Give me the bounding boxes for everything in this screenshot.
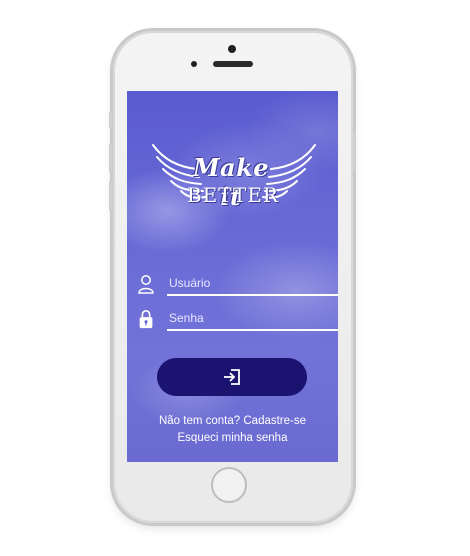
username-row: [135, 272, 338, 296]
password-row: [135, 307, 338, 331]
password-input[interactable]: [167, 307, 338, 331]
volume-up-button: [109, 143, 112, 173]
signup-link[interactable]: Cadastre-se: [243, 415, 306, 427]
login-button[interactable]: [157, 358, 307, 396]
home-button[interactable]: [211, 467, 247, 503]
forgot-row: Esqueci minha senha: [127, 432, 338, 444]
proximity-sensor: [191, 61, 197, 67]
earpiece-speaker: [213, 61, 253, 67]
mute-switch: [109, 111, 112, 129]
username-input[interactable]: [167, 272, 338, 296]
power-button: [353, 131, 356, 171]
login-arrow-icon: [224, 369, 240, 385]
signup-row: Não tem conta? Cadastre-se: [127, 415, 338, 427]
lock-icon: [139, 310, 153, 329]
front-camera: [228, 45, 236, 53]
user-icon: [138, 275, 154, 294]
app-screen: Make it BETTER Não tem conta? Cadastre-s…: [127, 91, 338, 462]
logo-title-line2: BETTER: [186, 183, 279, 207]
no-account-text: Não tem conta?: [158, 415, 241, 427]
volume-down-button: [109, 181, 112, 211]
forgot-password-link[interactable]: Esqueci minha senha: [178, 432, 288, 444]
